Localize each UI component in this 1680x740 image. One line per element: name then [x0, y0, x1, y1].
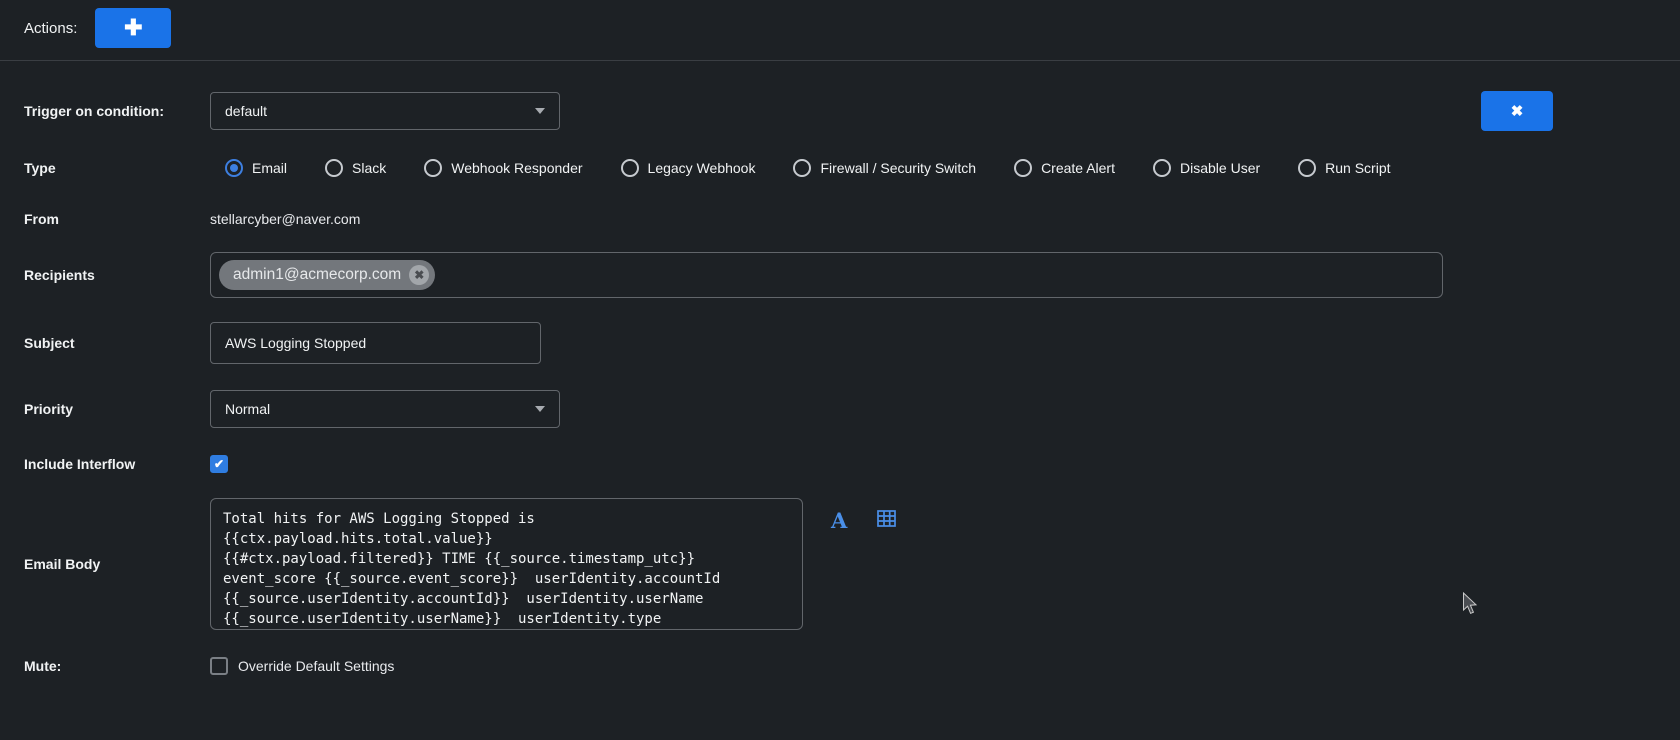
- include-interflow-checkbox[interactable]: [210, 455, 228, 473]
- table-icon[interactable]: [877, 510, 896, 527]
- include-interflow-row: Include Interflow: [24, 454, 228, 474]
- plus-icon: ✚: [124, 9, 142, 47]
- radio-icon: [1153, 159, 1171, 177]
- remove-action-button[interactable]: ✖: [1481, 91, 1553, 131]
- radio-option-webhook-responder[interactable]: Webhook Responder: [424, 159, 582, 177]
- radio-option-firewall-security-switch[interactable]: Firewall / Security Switch: [793, 159, 976, 177]
- chevron-down-icon: [535, 406, 545, 412]
- from-row: From stellarcyber@naver.com: [24, 209, 360, 229]
- text-format-icon[interactable]: A: [831, 510, 847, 531]
- type-row: Type Email Slack Webhook Responder Legac…: [24, 155, 1391, 181]
- divider: [0, 60, 1680, 61]
- radio-option-email[interactable]: Email: [225, 159, 287, 177]
- mute-row: Mute: Override Default Settings: [24, 656, 394, 676]
- recipients-input[interactable]: admin1@acmecorp.com ✖: [210, 252, 1443, 298]
- mouse-cursor: [1462, 592, 1480, 621]
- priority-select[interactable]: Normal: [210, 390, 560, 428]
- mute-label: Mute:: [24, 658, 210, 674]
- trigger-condition-label: Trigger on condition:: [24, 103, 210, 119]
- radio-icon: [1014, 159, 1032, 177]
- recipients-row: Recipients admin1@acmecorp.com ✖: [24, 252, 1443, 298]
- mute-checkbox[interactable]: [210, 657, 228, 675]
- trigger-condition-select[interactable]: default: [210, 92, 560, 130]
- trigger-condition-row: Trigger on condition: default: [24, 92, 560, 130]
- email-body-row: Email Body Total hits for AWS Logging St…: [24, 498, 896, 630]
- priority-value: Normal: [225, 401, 527, 417]
- radio-option-legacy-webhook[interactable]: Legacy Webhook: [621, 159, 756, 177]
- priority-row: Priority Normal: [24, 390, 560, 428]
- radio-icon: [793, 159, 811, 177]
- chevron-down-icon: [535, 108, 545, 114]
- trigger-condition-value: default: [225, 103, 527, 119]
- radio-option-create-alert[interactable]: Create Alert: [1014, 159, 1115, 177]
- add-action-button[interactable]: ✚: [95, 8, 171, 48]
- mute-option-label[interactable]: Override Default Settings: [238, 658, 394, 674]
- radio-icon: [325, 159, 343, 177]
- email-body-textarea[interactable]: Total hits for AWS Logging Stopped is {{…: [210, 498, 803, 630]
- subject-row: Subject: [24, 322, 541, 364]
- radio-icon: [621, 159, 639, 177]
- radio-option-run-script[interactable]: Run Script: [1298, 159, 1390, 177]
- subject-input[interactable]: [210, 322, 541, 364]
- chip-remove-icon[interactable]: ✖: [409, 265, 429, 285]
- priority-label: Priority: [24, 401, 210, 417]
- subject-label: Subject: [24, 335, 210, 351]
- close-icon: ✖: [1511, 102, 1524, 120]
- recipient-chip: admin1@acmecorp.com ✖: [219, 260, 435, 290]
- actions-header: Actions: ✚: [24, 8, 171, 48]
- email-body-toolbar: A: [831, 510, 896, 531]
- from-value: stellarcyber@naver.com: [210, 211, 360, 227]
- radio-icon: [1298, 159, 1316, 177]
- recipients-label: Recipients: [24, 267, 210, 283]
- actions-label: Actions:: [24, 20, 77, 37]
- email-body-label: Email Body: [24, 556, 210, 572]
- type-radio-group: Email Slack Webhook Responder Legacy Web…: [225, 159, 1391, 177]
- from-label: From: [24, 211, 210, 227]
- recipient-chip-text: admin1@acmecorp.com: [233, 266, 401, 284]
- radio-icon: [424, 159, 442, 177]
- type-label: Type: [24, 160, 210, 176]
- radio-option-slack[interactable]: Slack: [325, 159, 386, 177]
- radio-icon: [225, 159, 243, 177]
- radio-option-disable-user[interactable]: Disable User: [1153, 159, 1260, 177]
- include-interflow-label: Include Interflow: [24, 456, 210, 472]
